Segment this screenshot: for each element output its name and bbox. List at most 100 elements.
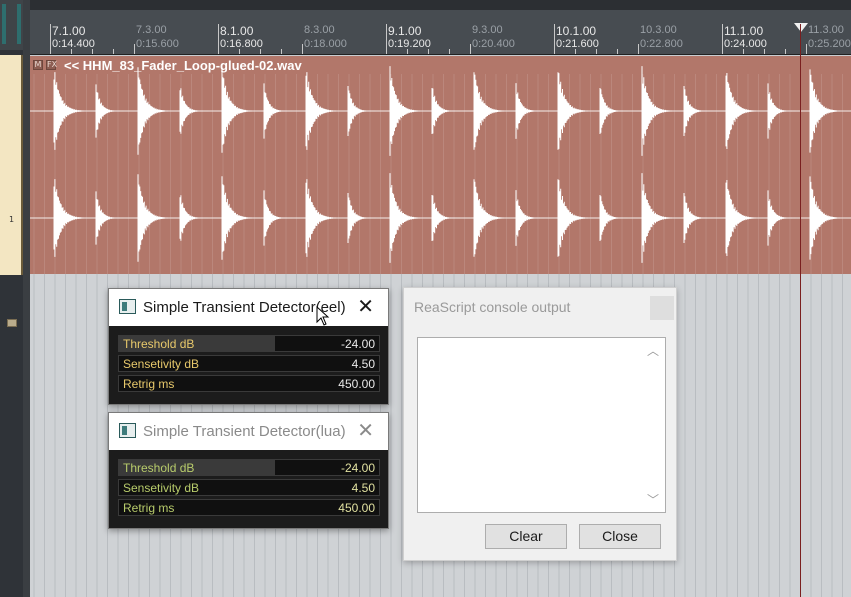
ruler-bar-label: 8.1.00 bbox=[220, 24, 254, 38]
ruler-bar-label: 10.1.00 bbox=[556, 24, 597, 38]
ruler-bar-label: 7.1.00 bbox=[52, 24, 86, 38]
meter-right bbox=[17, 4, 21, 44]
item-header: M FX << HHM_83_Fader_Loop-glued-02.wav bbox=[30, 56, 851, 74]
ruler-time-label: 0:18.000 bbox=[304, 38, 347, 50]
ruler-time-label: 0:20.400 bbox=[472, 38, 515, 50]
track-divider[interactable] bbox=[23, 0, 30, 597]
media-item[interactable]: M FX << HHM_83_Fader_Loop-glued-02.wav bbox=[30, 56, 851, 274]
fx-window-eel[interactable]: Simple Transient Detector(eel) ✕ Thresho… bbox=[108, 288, 389, 405]
slider-threshold[interactable]: Threshold dB -24.00 bbox=[118, 459, 380, 476]
slider-sensetivity[interactable]: Sensetivity dB 4.50 bbox=[118, 355, 380, 372]
item-fx-button[interactable]: FX bbox=[46, 60, 57, 70]
ruler-bar-label: 8.3.00 bbox=[304, 24, 335, 36]
slider-value: -24.00 bbox=[340, 337, 375, 351]
playhead-marker-icon[interactable] bbox=[794, 23, 808, 32]
slider-value: -24.00 bbox=[340, 461, 375, 475]
slider-label: Threshold dB bbox=[123, 461, 195, 475]
ruler-tick bbox=[638, 44, 639, 54]
ruler-subtick bbox=[260, 49, 261, 54]
ruler-time-label: 0:16.800 bbox=[220, 38, 263, 50]
ruler-subtick bbox=[743, 49, 744, 54]
ruler-subtick bbox=[428, 49, 429, 54]
ruler-subtick bbox=[113, 49, 114, 54]
item-name: << HHM_83_Fader_Loop-glued-02.wav bbox=[64, 58, 302, 73]
meter-left bbox=[2, 4, 6, 44]
ruler-subtick bbox=[92, 49, 93, 54]
scroll-down-icon[interactable]: ﹀ bbox=[647, 491, 659, 508]
ruler-time-label: 0:15.600 bbox=[136, 38, 179, 50]
ruler-subtick bbox=[764, 49, 765, 54]
transport-corner bbox=[0, 0, 23, 50]
folder-icon[interactable] bbox=[7, 319, 17, 327]
slider-retrig[interactable]: Retrig ms 450.00 bbox=[118, 375, 380, 392]
ruler-subtick bbox=[596, 49, 597, 54]
ruler-tick bbox=[134, 44, 135, 54]
slider-value: 450.00 bbox=[338, 377, 375, 391]
slider-label: Sensetivity dB bbox=[123, 481, 200, 495]
fx-window-lua-title: Simple Transient Detector(lua) bbox=[143, 423, 346, 440]
ruler-time-label: 0:25.200 bbox=[808, 38, 851, 50]
plugin-icon bbox=[119, 299, 136, 314]
ruler-subtick bbox=[71, 49, 72, 54]
clear-button[interactable]: Clear bbox=[485, 524, 567, 549]
slider-value: 450.00 bbox=[338, 501, 375, 515]
ruler-bar-label: 11.1.00 bbox=[724, 24, 764, 38]
ruler-subtick bbox=[449, 49, 450, 54]
fx-lua-params: Threshold dB -24.00 Sensetivity dB 4.50 … bbox=[109, 450, 388, 528]
ruler-tick bbox=[50, 24, 51, 54]
slider-label: Threshold dB bbox=[123, 337, 195, 351]
ruler-time-label: 0:19.200 bbox=[388, 38, 431, 50]
track-strip[interactable]: 1 bbox=[0, 55, 23, 327]
ruler-tick bbox=[470, 44, 471, 54]
slider-label: Sensetivity dB bbox=[123, 357, 200, 371]
ruler-tick bbox=[218, 24, 219, 54]
track-number: 1 bbox=[9, 215, 15, 224]
fx-window-eel-titlebar[interactable]: Simple Transient Detector(eel) ✕ bbox=[109, 289, 388, 326]
ruler-subtick bbox=[239, 49, 240, 54]
scroll-up-icon[interactable]: ︿ bbox=[647, 342, 659, 359]
ruler-time-label: 0:24.000 bbox=[724, 38, 767, 50]
ruler-time-label: 0:22.800 bbox=[640, 38, 683, 50]
ruler-tick bbox=[722, 24, 723, 54]
ruler-bar-label: 9.1.00 bbox=[388, 24, 422, 38]
mouse-cursor-icon bbox=[316, 306, 330, 326]
close-icon[interactable]: ✕ bbox=[357, 419, 374, 443]
ruler-subtick bbox=[785, 49, 786, 54]
slider-value: 4.50 bbox=[351, 481, 375, 495]
slider-label: Retrig ms bbox=[123, 377, 175, 391]
ruler-subtick bbox=[407, 49, 408, 54]
close-icon[interactable]: ✕ bbox=[357, 295, 374, 319]
ruler-tick bbox=[806, 44, 807, 54]
fx-window-lua[interactable]: Simple Transient Detector(lua) ✕ Thresho… bbox=[108, 412, 389, 529]
console-title: ReaScript console output bbox=[414, 299, 571, 315]
console-output-area[interactable]: ︿ ﹀ bbox=[417, 337, 666, 513]
fx-eel-params: Threshold dB -24.00 Sensetivity dB 4.50 … bbox=[109, 326, 388, 404]
item-mute-button[interactable]: M bbox=[33, 60, 43, 70]
slider-label: Retrig ms bbox=[123, 501, 175, 515]
ruler-subtick bbox=[617, 49, 618, 54]
playhead-line bbox=[800, 24, 801, 597]
slider-value: 4.50 bbox=[351, 357, 375, 371]
ruler-tick bbox=[554, 24, 555, 54]
plugin-icon bbox=[119, 423, 136, 438]
track-control-panel: 1 bbox=[0, 0, 23, 597]
slider-retrig[interactable]: Retrig ms 450.00 bbox=[118, 499, 380, 516]
slider-sensetivity[interactable]: Sensetivity dB 4.50 bbox=[118, 479, 380, 496]
ruler-bar-label: 7.3.00 bbox=[136, 24, 167, 36]
timeline-ruler[interactable]: 7.1.00 0:14.400 7.3.00 0:15.600 8.1.00 0:16.8… bbox=[30, 10, 851, 55]
reascript-console-window[interactable]: ReaScript console output ︿ ﹀ Clear Close bbox=[403, 287, 677, 561]
slider-threshold[interactable]: Threshold dB -24.00 bbox=[118, 335, 380, 352]
console-title-button[interactable] bbox=[650, 296, 674, 320]
ruler-subtick bbox=[281, 49, 282, 54]
ruler-bar-label: 9.3.00 bbox=[472, 24, 503, 36]
ruler-time-label: 0:14.400 bbox=[52, 38, 95, 50]
ruler-tick bbox=[302, 44, 303, 54]
waveform bbox=[30, 66, 851, 274]
fx-window-lua-titlebar[interactable]: Simple Transient Detector(lua) ✕ bbox=[109, 413, 388, 450]
ruler-bar-label: 10.3.00 bbox=[640, 24, 677, 36]
close-button[interactable]: Close bbox=[579, 524, 661, 549]
ruler-tick bbox=[386, 24, 387, 54]
ruler-bar-label: 11.3.00 bbox=[808, 24, 844, 36]
ruler-time-label: 0:21.600 bbox=[556, 38, 599, 50]
ruler-subtick bbox=[575, 49, 576, 54]
